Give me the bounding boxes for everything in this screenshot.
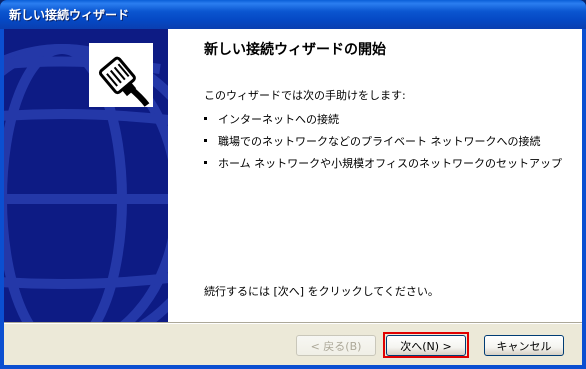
intro-text: このウィザードでは次の手助けをします: bbox=[204, 89, 406, 102]
back-button[interactable]: < 戻る(B) bbox=[296, 335, 376, 356]
bullet-icon bbox=[204, 161, 207, 164]
bullet-icon bbox=[204, 139, 207, 142]
page-title: 新しい接続ウィザードの開始 bbox=[204, 42, 386, 58]
continue-instruction: 続行するには [次へ] をクリックしてください。 bbox=[204, 285, 439, 298]
window-title: 新しい接続ウィザード bbox=[9, 8, 130, 22]
list-item-text: インターネットへの接続 bbox=[218, 113, 339, 126]
wizard-window: 新しい接続ウィザード 新しい接続ウィザードの開始 このウィザードでは次の手助けを… bbox=[0, 0, 586, 369]
list-item-text: 職場でのネットワークなどのプライベート ネットワークへの接続 bbox=[218, 135, 541, 148]
network-cable-plug-icon bbox=[91, 45, 151, 107]
button-bar-separator bbox=[4, 322, 582, 324]
wizard-icon-box bbox=[89, 43, 153, 107]
window-frame-bottom bbox=[0, 365, 586, 369]
wizard-client-area: 新しい接続ウィザードの開始 このウィザードでは次の手助けをします: インターネッ… bbox=[4, 29, 582, 365]
bullet-icon bbox=[204, 117, 207, 120]
list-item-text: ホーム ネットワークや小規模オフィスのネットワークのセットアップ bbox=[218, 157, 562, 170]
next-button[interactable]: 次へ(N) > bbox=[386, 335, 466, 356]
window-frame-right bbox=[582, 29, 586, 369]
title-bar[interactable]: 新しい接続ウィザード bbox=[0, 0, 586, 29]
wizard-side-banner bbox=[4, 29, 168, 322]
cancel-button[interactable]: キャンセル bbox=[484, 335, 564, 356]
wizard-content: 新しい接続ウィザードの開始 このウィザードでは次の手助けをします: インターネッ… bbox=[168, 29, 582, 322]
